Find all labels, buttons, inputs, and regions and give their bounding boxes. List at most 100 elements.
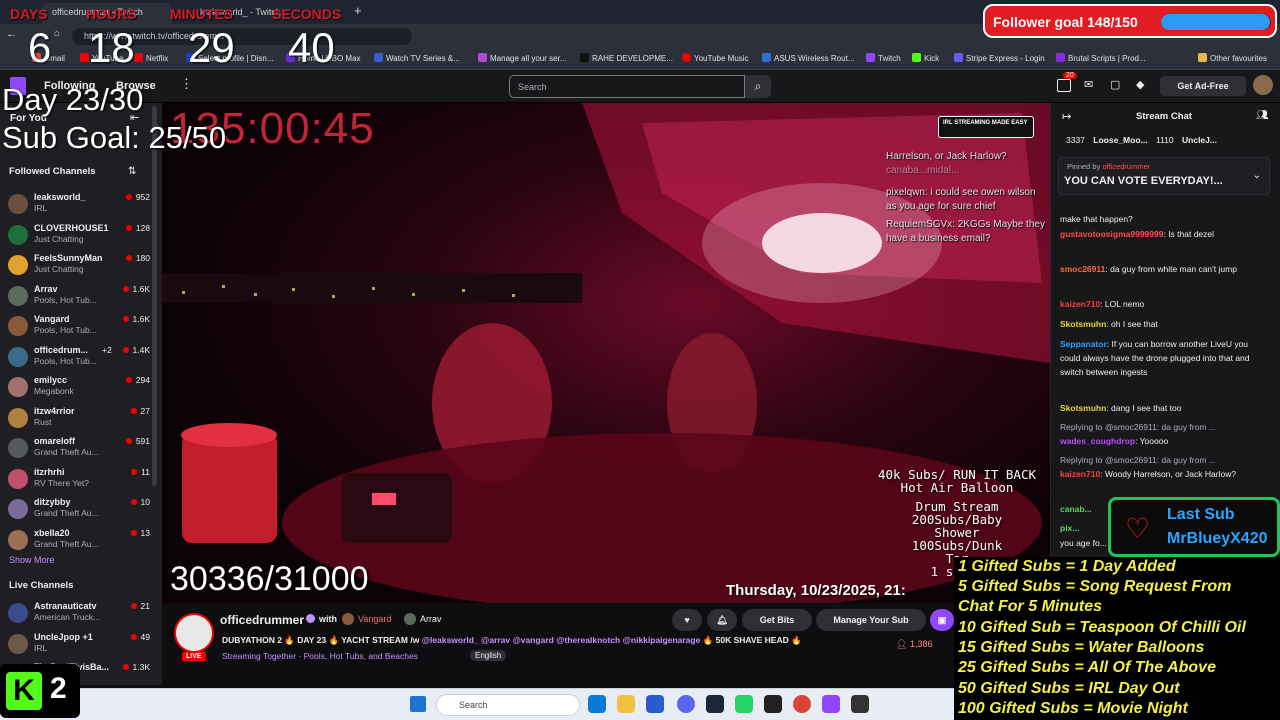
sidebar-channel[interactable]: leaksworld_ IRL 952 bbox=[6, 190, 156, 222]
sidebar-channel[interactable]: ditzybby Grand Theft Au... 10 bbox=[6, 495, 156, 527]
chat-message[interactable]: Replying to @smoc26911: da guy from ... bbox=[1060, 420, 1270, 434]
discord-icon[interactable] bbox=[677, 695, 695, 713]
back-icon[interactable]: ← bbox=[6, 28, 17, 40]
edge-icon[interactable] bbox=[588, 695, 606, 713]
sort-icon[interactable]: ⇅ bbox=[128, 166, 136, 177]
app-icon[interactable] bbox=[735, 695, 753, 713]
channel-avatar bbox=[8, 438, 28, 458]
sidebar-channel[interactable]: itzrhrhi RV There Yet? 11 bbox=[6, 465, 156, 497]
chat-message[interactable]: Skotsmuhn: dang I see that too bbox=[1060, 401, 1270, 415]
channel-avatar[interactable] bbox=[174, 613, 214, 653]
stream-title-tags[interactable]: @leaksworld_ @arrav @vangard @therealkno… bbox=[422, 635, 701, 645]
chat-username[interactable]: kaizen710 bbox=[1060, 469, 1100, 479]
bookmark-other-favourites[interactable]: Other favourites bbox=[1198, 53, 1267, 63]
chat-username[interactable]: Skotsmuhn bbox=[1060, 403, 1106, 413]
chat-message[interactable]: kaizen710: Woody Harrelson, or Jack Harl… bbox=[1060, 467, 1270, 481]
sidebar-channel[interactable]: FeelsSunnyMan Just Chatting 180 bbox=[6, 251, 156, 283]
search-icon[interactable]: ⌕ bbox=[745, 75, 771, 98]
bookmark-rahe[interactable]: RAHE DEVELOPME... bbox=[580, 53, 673, 63]
sidebar-scrollbar[interactable] bbox=[152, 106, 157, 486]
get-bits-button[interactable]: Get Bits bbox=[742, 609, 812, 631]
chat-message[interactable]: make that happen? bbox=[1060, 212, 1270, 226]
chat-text: : LOL nemo bbox=[1100, 299, 1145, 309]
chat-username[interactable]: smoc26911 bbox=[1060, 264, 1105, 274]
chat-message[interactable]: smoc26911: da guy from white man can't j… bbox=[1060, 262, 1270, 276]
sidebar-channel[interactable]: CLOVERHOUSE1 Just Chatting 128 bbox=[6, 221, 156, 253]
bookmark-stripe[interactable]: Stripe Express - Login bbox=[954, 53, 1045, 63]
collapse-chat-icon[interactable]: ↦ bbox=[1062, 110, 1071, 123]
chat-username[interactable]: kaizen710 bbox=[1060, 299, 1100, 309]
show-more-link[interactable]: Show More bbox=[9, 555, 55, 565]
bits-icon[interactable]: ◆ bbox=[1136, 78, 1144, 91]
leaderboard-user[interactable]: UncleJ... bbox=[1182, 135, 1217, 145]
chat-message[interactable]: Seppanator: If you can borrow another Li… bbox=[1060, 337, 1270, 379]
whispers-icon[interactable]: ▢ bbox=[1110, 78, 1120, 91]
sidebar-channel[interactable]: Arrav Pools, Hot Tub... 1.6K bbox=[6, 282, 156, 314]
bookmark-youtube-music[interactable]: YouTube Music bbox=[682, 53, 749, 63]
bookmark-brutal-scripts[interactable]: Brutal Scripts | Prod... bbox=[1056, 53, 1146, 63]
gift-sub-icon[interactable]: ▣ bbox=[930, 609, 954, 631]
bookmark-netflix[interactable]: Netflix bbox=[134, 53, 168, 63]
chrome-icon[interactable] bbox=[793, 695, 811, 713]
sidebar-channel[interactable]: emilycc Megabonk 294 bbox=[6, 373, 156, 405]
user-avatar[interactable] bbox=[1253, 75, 1273, 95]
leaderboard-user[interactable]: Loose_Moo... bbox=[1093, 135, 1147, 145]
bookmark-asus[interactable]: ASUS Wireless Rout... bbox=[762, 53, 854, 63]
channel-avatar bbox=[8, 316, 28, 336]
more-icon[interactable]: ⋮ bbox=[180, 76, 193, 92]
chat-message[interactable]: gustavotoosigma9999999: Is that dezel bbox=[1060, 227, 1270, 241]
search-input[interactable]: Search bbox=[509, 75, 745, 98]
steam-icon[interactable] bbox=[706, 695, 724, 713]
channel-category: IRL bbox=[34, 642, 48, 653]
chat-message[interactable]: wades_coughdrop: Yooooo bbox=[1060, 434, 1270, 448]
sidebar-channel[interactable]: Vangard Pools, Hot Tub... 1.6K bbox=[6, 312, 156, 344]
sidebar-channel[interactable]: omareloff Grand Theft Au... 591 bbox=[6, 434, 156, 466]
chat-username[interactable]: Seppanator bbox=[1060, 339, 1107, 349]
chat-message[interactable]: Skotsmuhn: oh I see that bbox=[1060, 317, 1270, 331]
notification-bell-icon[interactable]: 🔔︎ bbox=[707, 609, 737, 631]
collab-arrav[interactable]: Arrav bbox=[420, 614, 442, 624]
sidebar-channel[interactable]: UncleJpop +1 IRL 49 bbox=[6, 630, 156, 662]
streaming-together[interactable]: Streaming Together · Pools, Hot Tubs, an… bbox=[222, 651, 418, 661]
bookmark-kick[interactable]: Kick bbox=[912, 53, 939, 63]
chevron-down-icon[interactable]: ⌄ bbox=[1253, 170, 1261, 181]
pinned-message[interactable]: Pinned by officedrummer YOU CAN VOTE EVE… bbox=[1058, 157, 1270, 195]
manage-sub-label: Manage Your Sub bbox=[833, 615, 909, 625]
twitch-app-icon[interactable] bbox=[822, 695, 840, 713]
kick-widget: K 2 bbox=[0, 664, 80, 718]
channel-avatar bbox=[8, 529, 28, 550]
chat-username[interactable]: gustavotoosigma9999999 bbox=[1060, 229, 1163, 239]
chat-message[interactable]: kaizen710: LOL nemo bbox=[1060, 297, 1270, 311]
chat-username[interactable]: Skotsmuhn bbox=[1060, 319, 1106, 329]
gauge-icon[interactable] bbox=[851, 695, 869, 713]
windows-start-icon[interactable] bbox=[410, 696, 426, 712]
obs-stats-icon[interactable] bbox=[764, 695, 782, 713]
sidebar-channel[interactable]: officedrum... Pools, Hot Tub... 1.4K +2 bbox=[6, 343, 156, 375]
chat-text: : Yooooo bbox=[1135, 436, 1169, 446]
chat-username[interactable]: canab... bbox=[1060, 504, 1092, 514]
chat-username[interactable]: pix... bbox=[1060, 523, 1079, 533]
countdown-seconds: 40 bbox=[288, 24, 335, 71]
file-explorer-icon[interactable] bbox=[617, 695, 635, 713]
chat-username[interactable]: wades_coughdrop bbox=[1060, 436, 1135, 446]
messages-icon[interactable]: ✉ bbox=[1084, 78, 1093, 91]
inbox-icon[interactable] bbox=[1057, 79, 1071, 92]
get-ad-free-button[interactable]: Get Ad-Free bbox=[1160, 76, 1246, 96]
sidebar-channel[interactable]: itzw4rrior Rust 27 bbox=[6, 404, 156, 436]
chat-message[interactable]: Replying to @smoc26911: da guy from ... bbox=[1060, 453, 1270, 467]
sidebar-channel[interactable]: xbella20 Grand Theft Au... 13 bbox=[6, 526, 156, 558]
language-tag[interactable]: English bbox=[470, 650, 507, 661]
bookmark-twitch[interactable]: Twitch bbox=[866, 53, 901, 63]
bookmark-tv-series[interactable]: Watch TV Series &... bbox=[374, 53, 460, 63]
bookmark-manage[interactable]: Manage all your ser... bbox=[478, 53, 566, 63]
taskbar-search[interactable]: Search bbox=[436, 694, 580, 716]
new-tab-icon[interactable]: + bbox=[354, 3, 362, 18]
follow-heart-icon[interactable]: ♥ bbox=[672, 609, 702, 631]
collab-vangard[interactable]: Vangard bbox=[358, 614, 391, 624]
home-icon[interactable]: ⌂ bbox=[54, 28, 60, 39]
channel-name[interactable]: officedrummer bbox=[220, 613, 304, 627]
manage-sub-button[interactable]: Manage Your Sub bbox=[816, 609, 926, 631]
sidebar-channel[interactable]: Astranauticatv American Truck... 21 bbox=[6, 599, 156, 631]
chat-users-icon[interactable]: 👥︎ bbox=[1256, 110, 1269, 121]
store-icon[interactable] bbox=[646, 695, 664, 713]
